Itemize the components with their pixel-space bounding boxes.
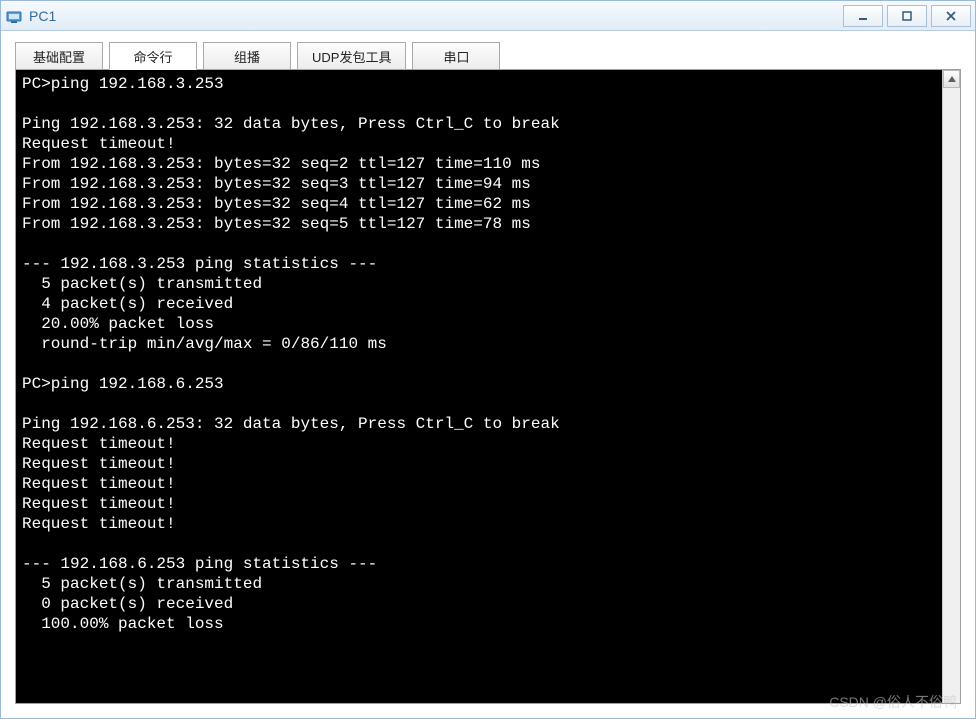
terminal-container: PC>ping 192.168.3.253 Ping 192.168.3.253… (15, 69, 961, 704)
window-title: PC1 (29, 8, 839, 24)
terminal-output[interactable]: PC>ping 192.168.3.253 Ping 192.168.3.253… (16, 70, 942, 703)
tab-udp-tool[interactable]: UDP发包工具 (297, 42, 406, 70)
titlebar: PC1 (1, 1, 975, 31)
window-controls (839, 5, 971, 27)
tab-command-line[interactable]: 命令行 (109, 42, 197, 70)
tab-basic-config[interactable]: 基础配置 (15, 42, 103, 70)
maximize-button[interactable] (887, 5, 927, 27)
tabbar: 基础配置 命令行 组播 UDP发包工具 串口 (15, 42, 961, 70)
content-area: 基础配置 命令行 组播 UDP发包工具 串口 PC>ping 192.168.3… (1, 31, 975, 718)
tab-multicast[interactable]: 组播 (203, 42, 291, 70)
scrollbar[interactable] (942, 70, 960, 703)
scroll-up-arrow-icon[interactable] (943, 70, 960, 88)
app-window: PC1 基础配置 命令行 组播 UDP发包工具 串口 PC>ping 192.1… (0, 0, 976, 719)
scroll-track[interactable] (943, 88, 960, 703)
close-button[interactable] (931, 5, 971, 27)
app-icon (5, 7, 23, 25)
tab-serial[interactable]: 串口 (412, 42, 500, 70)
minimize-button[interactable] (843, 5, 883, 27)
